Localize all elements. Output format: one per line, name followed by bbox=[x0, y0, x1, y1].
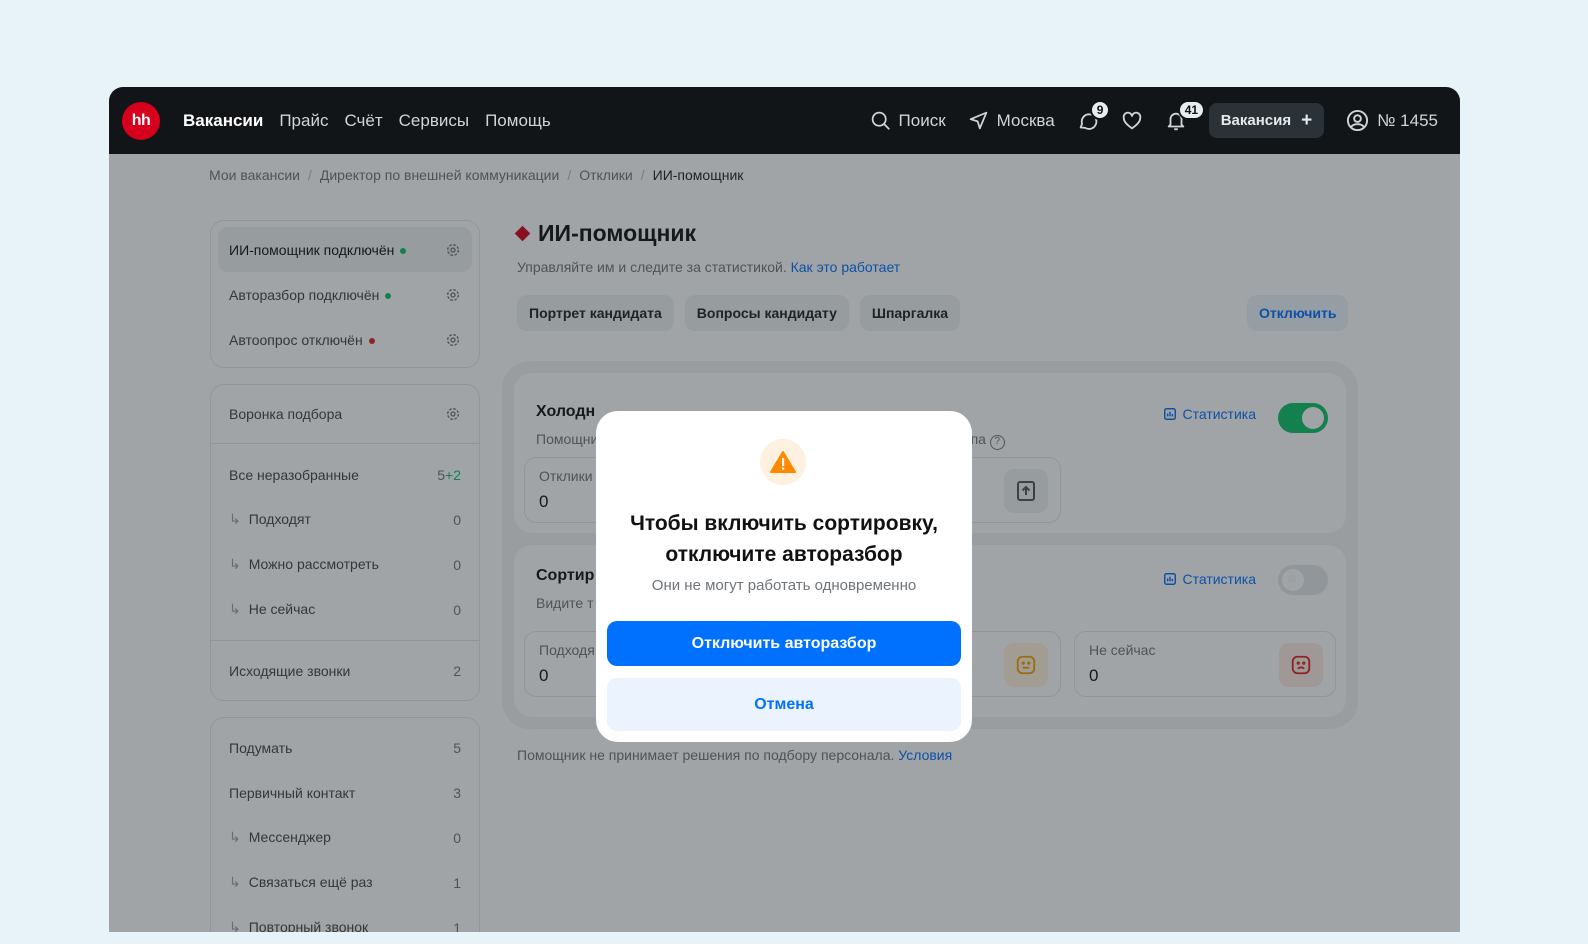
location-arrow-icon bbox=[969, 111, 987, 130]
cancel-button[interactable]: Отмена bbox=[607, 678, 961, 731]
app-window: hh Вакансии Прайс Счёт Сервисы Помощь По… bbox=[109, 87, 1460, 932]
dialog-title-line2: отключите авторазбор bbox=[665, 543, 903, 566]
conflict-dialog: Чтобы включить сортировку, отключите авт… bbox=[596, 411, 972, 742]
notifications-badge: 41 bbox=[1177, 99, 1206, 120]
account-label: № 1455 bbox=[1377, 110, 1438, 130]
search-button[interactable]: Поиск bbox=[870, 110, 946, 131]
favorites-button[interactable] bbox=[1121, 110, 1143, 132]
create-vacancy-label: Вакансия bbox=[1220, 112, 1292, 129]
top-navigation-bar: hh Вакансии Прайс Счёт Сервисы Помощь По… bbox=[109, 87, 1460, 154]
nav-item-vacancies[interactable]: Вакансии bbox=[183, 111, 263, 131]
dialog-title: Чтобы включить сортировку, отключите авт… bbox=[596, 508, 972, 570]
nav-item-help[interactable]: Помощь bbox=[485, 111, 551, 131]
header-actions: Поиск Москва 9 41 Вакансия + № 1455 bbox=[848, 87, 1438, 154]
search-label: Поиск bbox=[898, 110, 946, 130]
notifications-button[interactable]: 41 bbox=[1165, 99, 1206, 132]
lock-icon bbox=[1288, 575, 1296, 583]
warning-icon bbox=[760, 439, 806, 485]
disable-auto-review-button[interactable]: Отключить авторазбор bbox=[607, 621, 961, 666]
city-selector[interactable]: Москва bbox=[968, 110, 1055, 131]
messages-badge: 9 bbox=[1089, 99, 1111, 120]
create-vacancy-button[interactable]: Вакансия + bbox=[1208, 103, 1325, 138]
plus-icon: + bbox=[1301, 109, 1313, 131]
nav-item-price[interactable]: Прайс bbox=[279, 111, 328, 131]
nav-item-services[interactable]: Сервисы bbox=[399, 111, 469, 131]
modal-backdrop[interactable]: Чтобы включить сортировку, отключите авт… bbox=[109, 154, 1460, 932]
heart-icon bbox=[1122, 111, 1141, 129]
main-nav: Вакансии Прайс Счёт Сервисы Помощь bbox=[183, 87, 551, 154]
dialog-title-line1: Чтобы включить сортировку, bbox=[630, 512, 938, 535]
dialog-subtitle: Они не могут работать одновременно bbox=[651, 577, 917, 594]
nav-item-account-bill[interactable]: Счёт bbox=[344, 111, 382, 131]
search-icon bbox=[871, 111, 890, 130]
hh-logo[interactable]: hh bbox=[122, 102, 160, 140]
messages-button[interactable]: 9 bbox=[1077, 99, 1111, 132]
city-label: Москва bbox=[996, 110, 1055, 130]
user-avatar-icon bbox=[1347, 109, 1369, 132]
account-menu[interactable]: № 1455 bbox=[1346, 109, 1438, 132]
